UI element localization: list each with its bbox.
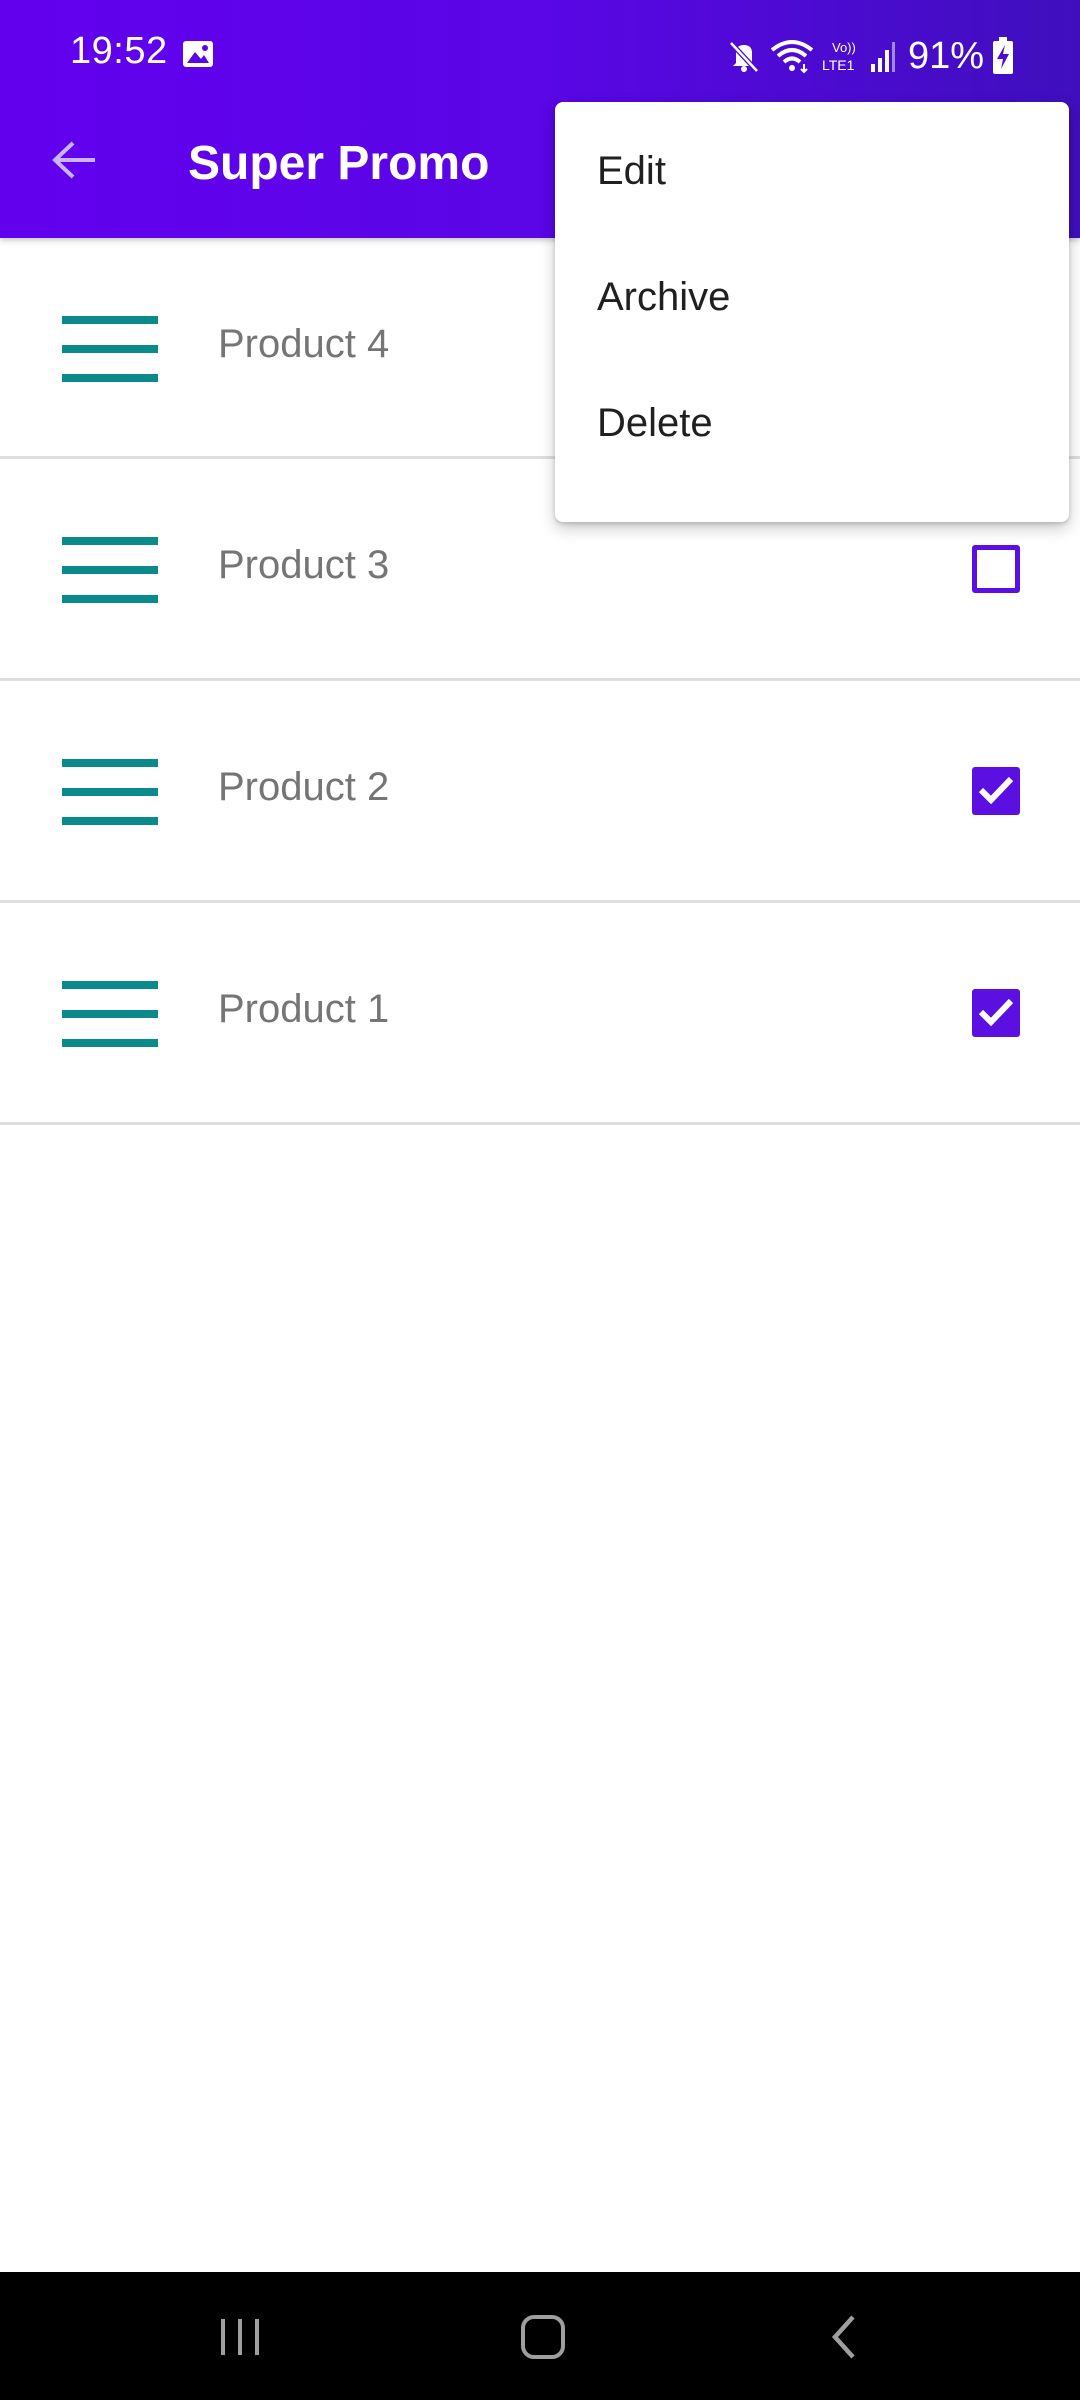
menu-item-delete[interactable]: Delete: [555, 360, 1069, 486]
battery-percent: 91%: [907, 34, 984, 77]
product-label: Product 2: [218, 765, 390, 809]
list-item[interactable]: Product 1: [0, 903, 1080, 1125]
back-button[interactable]: [44, 130, 104, 190]
product-checkbox[interactable]: [972, 545, 1020, 593]
drag-handle-icon[interactable]: [62, 759, 158, 825]
nav-back-button[interactable]: [810, 2302, 880, 2372]
home-button[interactable]: [508, 2302, 578, 2372]
page-title: Super Promo: [188, 137, 490, 190]
status-bar: 19:52 Vo)) LTE1 91%: [0, 0, 1080, 110]
svg-text:LTE1: LTE1: [822, 57, 855, 73]
product-checkbox[interactable]: [972, 989, 1020, 1037]
product-label: Product 4: [218, 322, 390, 366]
gallery-icon: [183, 41, 213, 67]
product-label: Product 1: [218, 987, 390, 1031]
menu-item-archive[interactable]: Archive: [555, 234, 1069, 360]
mute-icon: [729, 41, 759, 73]
overflow-menu: Edit Archive Delete: [555, 102, 1069, 522]
signal-icon: [870, 42, 895, 72]
drag-handle-icon[interactable]: [62, 316, 158, 382]
status-time: 19:52: [70, 30, 168, 72]
battery-charging-icon: [993, 37, 1013, 74]
product-label: Product 3: [218, 543, 390, 587]
recent-apps-icon: [221, 2319, 259, 2355]
drag-handle-icon[interactable]: [62, 537, 158, 603]
status-icons: Vo)) LTE1 91%: [726, 30, 1014, 82]
volte-icon: Vo)) LTE1: [822, 40, 856, 73]
system-nav-bar: [0, 2272, 1080, 2400]
check-icon: [978, 998, 1014, 1027]
svg-text:Vo)): Vo)): [832, 40, 856, 55]
menu-item-edit[interactable]: Edit: [555, 108, 1069, 234]
wifi-icon: [770, 40, 814, 74]
list-item[interactable]: Product 2: [0, 681, 1080, 903]
recent-apps-button[interactable]: [205, 2302, 275, 2372]
home-icon: [521, 2315, 565, 2359]
back-icon: [831, 2315, 855, 2359]
drag-handle-icon[interactable]: [62, 981, 158, 1047]
arrow-back-icon: [52, 141, 95, 179]
product-checkbox[interactable]: [972, 767, 1020, 815]
check-icon: [978, 776, 1014, 805]
